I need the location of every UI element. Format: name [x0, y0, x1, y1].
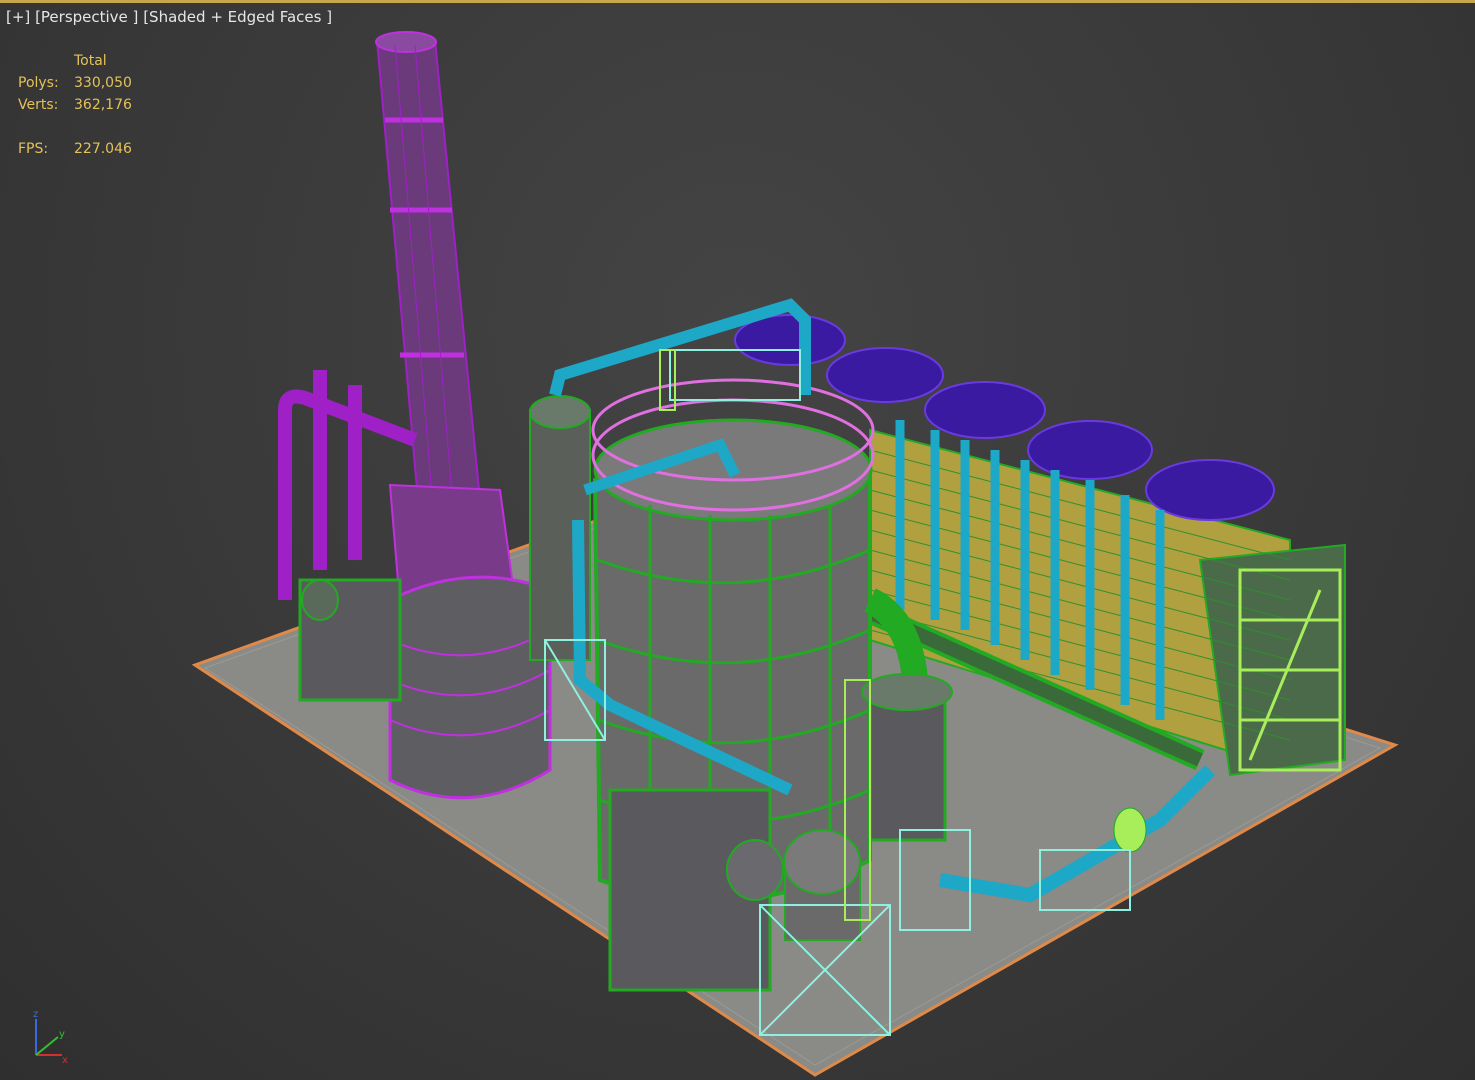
gizmo-z-label: z	[33, 1009, 38, 1020]
pipe-valve[interactable]	[1113, 807, 1147, 853]
gizmo-x-label: x	[62, 1055, 68, 1065]
verts-value: 362,176	[74, 97, 132, 113]
scene-render[interactable]	[0, 0, 1475, 1080]
left-horizontal-tank[interactable]	[298, 578, 402, 702]
perspective-viewport[interactable]: [+] [Perspective ] [Shaded + Edged Faces…	[0, 0, 1475, 1080]
scrubber-tank[interactable]	[388, 575, 552, 800]
stats-polys-row: Polys: 330,050	[18, 72, 132, 94]
polys-value: 330,050	[74, 75, 132, 91]
front-dome-vessel[interactable]	[783, 829, 861, 941]
axis-gizmo-icon: z x y	[33, 1009, 68, 1065]
viewport-general-menu[interactable]: [+]	[6, 8, 30, 26]
gizmo-y-label: y	[59, 1029, 65, 1040]
stats-fps-row: FPS: 227.046	[18, 138, 132, 160]
viewport-label: [+] [Perspective ] [Shaded + Edged Faces…	[6, 8, 332, 26]
viewport-point-of-view-menu[interactable]: [Perspective ]	[35, 8, 138, 26]
polys-label: Polys:	[18, 75, 59, 91]
stats-header: Total	[74, 53, 107, 69]
fps-label: FPS:	[18, 141, 49, 157]
fps-value: 227.046	[74, 141, 132, 157]
verts-label: Verts:	[18, 97, 59, 113]
scene-statistics: Total Polys: 330,050 Verts: 362,176 FPS:…	[18, 50, 132, 160]
viewport-shading-menu[interactable]: [Shaded + Edged Faces ]	[143, 8, 332, 26]
stats-verts-row: Verts: 362,176	[18, 94, 132, 116]
front-horizontal-tanks[interactable]	[608, 788, 784, 992]
